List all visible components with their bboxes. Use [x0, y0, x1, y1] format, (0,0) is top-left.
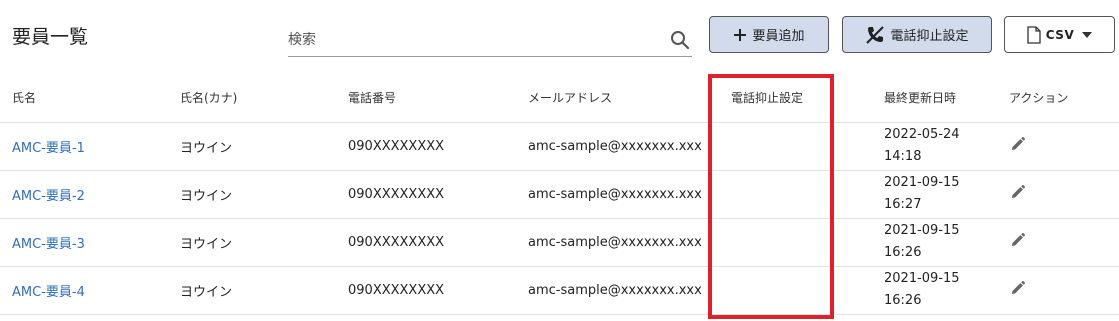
last-updated-date: 2021-09-15	[884, 271, 960, 286]
table-header-row: 氏名 氏名(カナ) 電話番号 メールアドレス 電話抑止設定 最終更新日時 アクシ…	[0, 74, 1119, 123]
call-suppression-cell	[720, 266, 865, 315]
staff-name-link[interactable]: AMC-要員-2	[12, 189, 85, 204]
staff-name-cell: AMC-要員-4	[0, 266, 168, 315]
search-icon[interactable]	[670, 30, 690, 50]
pencil-icon[interactable]	[1010, 280, 1026, 296]
staff-name-link[interactable]: AMC-要員-3	[12, 237, 85, 252]
table-row: AMC-要員-2 ヨウイン 090XXXXXXXX amc-sample@xxx…	[0, 170, 1119, 219]
last-updated-date: 2022-05-24	[884, 127, 960, 142]
staff-name-link[interactable]: AMC-要員-4	[12, 285, 85, 300]
staff-kana-cell: ヨウイン	[168, 218, 336, 267]
staff-email-cell: amc-sample@xxxxxxx.xxx	[516, 266, 720, 315]
staff-phone-cell: 090XXXXXXXX	[336, 218, 516, 267]
phone-off-icon	[865, 25, 885, 45]
column-header-name[interactable]: 氏名	[0, 74, 168, 123]
staff-table: 氏名 氏名(カナ) 電話番号 メールアドレス 電話抑止設定 最終更新日時 アクシ…	[0, 74, 1119, 315]
call-suppression-cell	[720, 122, 865, 171]
plus-icon	[733, 28, 747, 42]
call-suppression-cell	[720, 170, 865, 219]
pencil-icon[interactable]	[1010, 232, 1026, 248]
last-updated-time: 16:26	[884, 245, 922, 260]
add-staff-label: 要員追加	[752, 29, 805, 44]
column-header-phone[interactable]: 電話番号	[336, 74, 516, 123]
column-header-last-updated[interactable]: 最終更新日時	[865, 74, 999, 123]
last-updated-cell: 2022-05-24 14:18	[865, 122, 999, 171]
staff-name-cell: AMC-要員-1	[0, 122, 168, 171]
table-row: AMC-要員-4 ヨウイン 090XXXXXXXX amc-sample@xxx…	[0, 266, 1119, 315]
staff-email-cell: amc-sample@xxxxxxx.xxx	[516, 218, 720, 267]
last-updated-date: 2021-09-15	[884, 175, 960, 190]
last-updated-cell: 2021-09-15 16:26	[865, 218, 999, 267]
pencil-icon[interactable]	[1010, 184, 1026, 200]
staff-kana-cell: ヨウイン	[168, 170, 336, 219]
page-title: 要員一覧	[12, 26, 89, 48]
call-suppression-cell	[720, 218, 865, 267]
last-updated-cell: 2021-09-15 16:26	[865, 266, 999, 315]
staff-email-cell: amc-sample@xxxxxxx.xxx	[516, 122, 720, 171]
table-row: AMC-要員-3 ヨウイン 090XXXXXXXX amc-sample@xxx…	[0, 218, 1119, 267]
column-header-kana[interactable]: 氏名(カナ)	[168, 74, 336, 123]
action-cell	[999, 218, 1119, 267]
search-box	[288, 26, 692, 57]
table-row: AMC-要員-1 ヨウイン 090XXXXXXXX amc-sample@xxx…	[0, 122, 1119, 171]
staff-name-cell: AMC-要員-2	[0, 170, 168, 219]
staff-phone-cell: 090XXXXXXXX	[336, 122, 516, 171]
call-suppression-settings-label: 電話抑止設定	[890, 29, 969, 44]
column-header-email[interactable]: メールアドレス	[516, 74, 720, 123]
staff-name-link[interactable]: AMC-要員-1	[12, 141, 85, 156]
action-cell	[999, 266, 1119, 315]
staff-name-cell: AMC-要員-3	[0, 218, 168, 267]
column-header-call-suppression[interactable]: 電話抑止設定	[720, 74, 865, 123]
staff-phone-cell: 090XXXXXXXX	[336, 266, 516, 315]
last-updated-time: 16:27	[884, 197, 922, 212]
last-updated-time: 14:18	[884, 149, 922, 164]
csv-label: CSV	[1045, 27, 1075, 42]
staff-email-cell: amc-sample@xxxxxxx.xxx	[516, 170, 720, 219]
staff-kana-cell: ヨウイン	[168, 122, 336, 171]
file-icon	[1027, 25, 1041, 44]
call-suppression-settings-button[interactable]: 電話抑止設定	[842, 16, 992, 53]
add-staff-button[interactable]: 要員追加	[709, 16, 829, 53]
search-input[interactable]	[288, 28, 658, 52]
last-updated-time: 16:26	[884, 293, 922, 308]
last-updated-cell: 2021-09-15 16:27	[865, 170, 999, 219]
caret-down-icon	[1082, 31, 1093, 38]
action-cell	[999, 170, 1119, 219]
staff-kana-cell: ヨウイン	[168, 266, 336, 315]
staff-phone-cell: 090XXXXXXXX	[336, 170, 516, 219]
csv-dropdown-button[interactable]: CSV	[1004, 16, 1115, 53]
pencil-icon[interactable]	[1010, 136, 1026, 152]
last-updated-date: 2021-09-15	[884, 223, 960, 238]
action-cell	[999, 122, 1119, 171]
column-header-action: アクション	[999, 74, 1119, 123]
